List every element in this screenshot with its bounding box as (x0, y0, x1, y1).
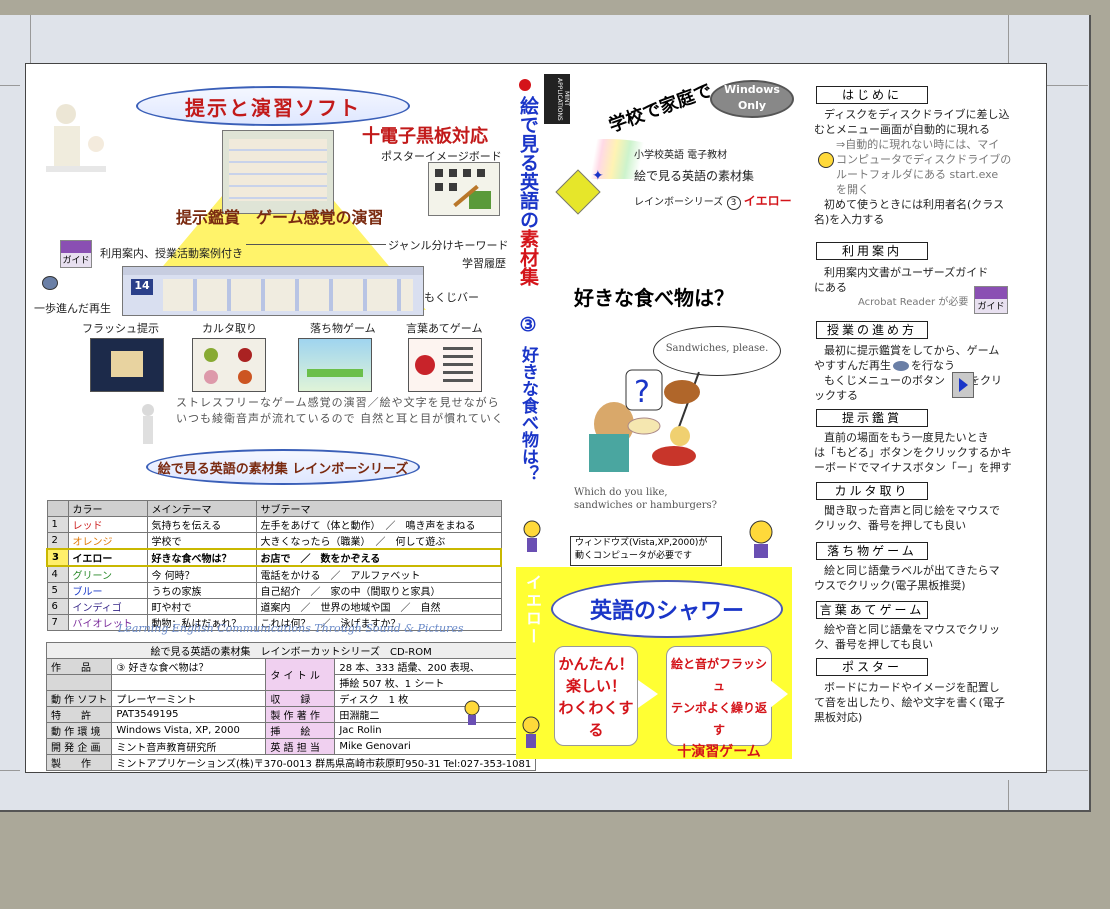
karuta-text: 聞き取った音声と同じ絵をマウスで クリック、番号を押しても良い (814, 504, 1000, 532)
food-illustration: ? (574, 364, 704, 474)
guide-icon[interactable]: ガイド (60, 240, 92, 268)
toolbar-screenshot: 14 (122, 266, 424, 316)
food-question: 好きな食べ物は？ (574, 286, 734, 310)
stressfree-line-1: ストレスフリーなゲーム感覚の演習／絵や文字を見せながら (176, 396, 500, 409)
which-line-2: sandwiches or hamburgers? (574, 500, 718, 511)
spine-title: 絵で見る英語の素材集 (517, 96, 539, 286)
ochimono-text: 絵と同じ語彙ラベルが出てきたらマ ウスでクリック(電子黒板推奨) (814, 564, 1000, 592)
right-mascot (744, 520, 778, 560)
table-row: 4 グリーン今 何時？ 電話をかける ／ アルファベット (46, 565, 502, 583)
bottom-mascot (518, 716, 544, 750)
thumb-label-4: 言葉あてゲーム (406, 322, 483, 335)
chapter-number: 14 (131, 279, 153, 295)
thumb-label-3: 落ち物ゲーム (310, 322, 376, 335)
left-mascot (520, 520, 544, 554)
tagline: Learning English Communications Through … (118, 622, 464, 635)
cat-illustration (138, 402, 158, 452)
table-row: 6 インディゴ 町や村で 道案内 ／ 世界の地域や国 ／ 自然 (46, 598, 502, 615)
requirement-box: ウィンドウズ(Vista,XP,2000)が 動くコンピュータが必要です (570, 536, 722, 566)
section-riyou: 利用案内 (816, 242, 928, 260)
spine-number: ③ (517, 314, 539, 336)
teiji-text: 直前の場面をもう一度見たいとき は「もどる」ボタンをクリックするかキ ーボードで… (814, 431, 1012, 474)
poster-screenshot (428, 162, 500, 216)
mokuji-label: もくじバー (424, 291, 479, 304)
section-karuta: カルタ取り (816, 482, 928, 500)
title-ellipse: 提示と演習ソフト (136, 86, 410, 126)
windows-only-badge: Windows Only (710, 80, 794, 118)
header-sub: サブテーマ (255, 500, 502, 517)
spine-subtitle: 好きな食べ物は？ (518, 346, 538, 482)
left-title: 提示と演習ソフト (185, 95, 361, 120)
shower-ellipse: 英語のシャワー (551, 580, 783, 638)
fun-box: かんたん！ 楽しい！ わくわくする (554, 646, 638, 746)
brochure-page: 提示と演習ソフト 十電子黒板対応 ポスターイメージボード 提示鑑賞 ゲーム感覚の… (25, 63, 1047, 773)
arrow-icon-2 (770, 680, 788, 708)
series-title: 絵で見る英語の素材集 レインボーシリーズ (157, 461, 409, 477)
yellow-vertical: イエロー (523, 574, 542, 646)
section-kotoba: 言葉あてゲーム (816, 601, 928, 619)
red-dot (519, 79, 531, 91)
smiley-icon (818, 152, 834, 168)
menu-screenshot (222, 130, 334, 214)
mint-logo: MINT APPLICATIONS (544, 74, 570, 124)
flash-thumbnail (90, 338, 164, 392)
teacher-illustration (36, 94, 116, 194)
shower-title: 英語のシャワー (589, 598, 744, 624)
history-label: 学習履歴 (462, 257, 506, 270)
school-home-label: 学校で家庭で (606, 80, 715, 137)
thumb-label-1: フラッシュ提示 (82, 322, 159, 335)
karuta-thumbnail (192, 338, 266, 392)
elem-label: 小学校英語 電子教材 (634, 150, 728, 161)
flash-box: 絵と音がフラッシュ テンポよく繰り返す 十演習ゲーム (666, 646, 772, 760)
mascot-icon (462, 700, 482, 726)
rainbow-series-row: レインボーシリーズ 3 イエロー (634, 194, 792, 210)
section-teiji: 提示鑑賞 (816, 409, 928, 427)
arrow-icon (638, 680, 658, 708)
svg-text:?: ? (634, 375, 650, 410)
table-row: 3 イエロー 好きな食べ物は？ お店で ／ 数をかぞえる (46, 548, 502, 567)
header-color: カラー (67, 500, 148, 517)
series-ellipse: 絵で見る英語の素材集 レインボーシリーズ (146, 449, 420, 485)
section-jugyou: 授業の進め方 (816, 321, 928, 339)
leader-line (246, 244, 386, 245)
word-game-thumbnail (408, 338, 482, 392)
play-icon[interactable] (42, 276, 58, 290)
section-hajime: はじめに (816, 86, 928, 104)
section-ochimono: 落ち物ゲーム (816, 542, 928, 560)
falling-game-thumbnail (298, 338, 372, 392)
stressfree-line-2: いつも綾衛音声が流れているので 自然と耳と目が慣れていく (176, 412, 504, 425)
replay-icon (893, 361, 909, 371)
spine-line-1: 絵で見る英語の (517, 96, 539, 229)
pyramid-caption: 提示鑑賞 ゲーム感覚の演習 (176, 208, 384, 227)
hajime-text: ディスクをディスクドライブに差し込 むとメニュー画面が自動的に現れる ⇒自動的に… (814, 108, 1012, 226)
spine-line-2: 素材集 (517, 229, 539, 286)
guide-icon-right[interactable]: ガイド (974, 286, 1008, 314)
kotoba-text: 絵や音と同じ語彙をマウスでクリッ ク、番号を押しても良い (814, 623, 1000, 651)
spec-header: 絵で見る英語の素材集 レインボーカットシリーズ CD-ROM (45, 642, 537, 659)
table-row: 2 オレンジ 学校で 大きくなったら（職業） ／ 何して遊ぶ (46, 532, 502, 550)
sozai-label: 絵で見る英語の素材集 (634, 169, 755, 183)
series-table: カラー メインテーマ サブテーマ 1 レッド 気持ちを伝える 左手をあげて（体と動作）… (46, 500, 502, 631)
genre-keyword-label: ジャンル分けキーワード (388, 239, 509, 252)
which-line-1: Which do you like, (574, 487, 668, 498)
poster-text: ボードにカードやイメージを配置し て音を出したり、絵や文字を書く(電子 黒板対応… (814, 681, 1005, 724)
header-main: メインテーマ (146, 500, 257, 517)
next-button-icon[interactable] (952, 372, 974, 398)
table-row: 1 レッド 気持ちを伝える 左手をあげて（体と動作） ／ 鳴き声をまねる (46, 516, 502, 533)
jugyou-text: 最初に提示鑑賞をしてから、ゲーム やすすんだ再生 を行なう もくじメニューのボタン… (814, 344, 1002, 402)
star-icon: ✦ (592, 168, 604, 184)
guide-note: 利用案内、授業活動案例付き (100, 247, 243, 260)
step-back-label: 一歩進んだ再生 (34, 302, 111, 315)
table-row: 5 ブルー うちの家族 自己紹介 ／ 家の中（間取りと家具） (46, 582, 502, 599)
thumb-label-2: カルタ取り (202, 322, 257, 335)
section-poster: ポスター (816, 658, 928, 676)
ewb-label: 十電子黒板対応 (362, 126, 488, 147)
